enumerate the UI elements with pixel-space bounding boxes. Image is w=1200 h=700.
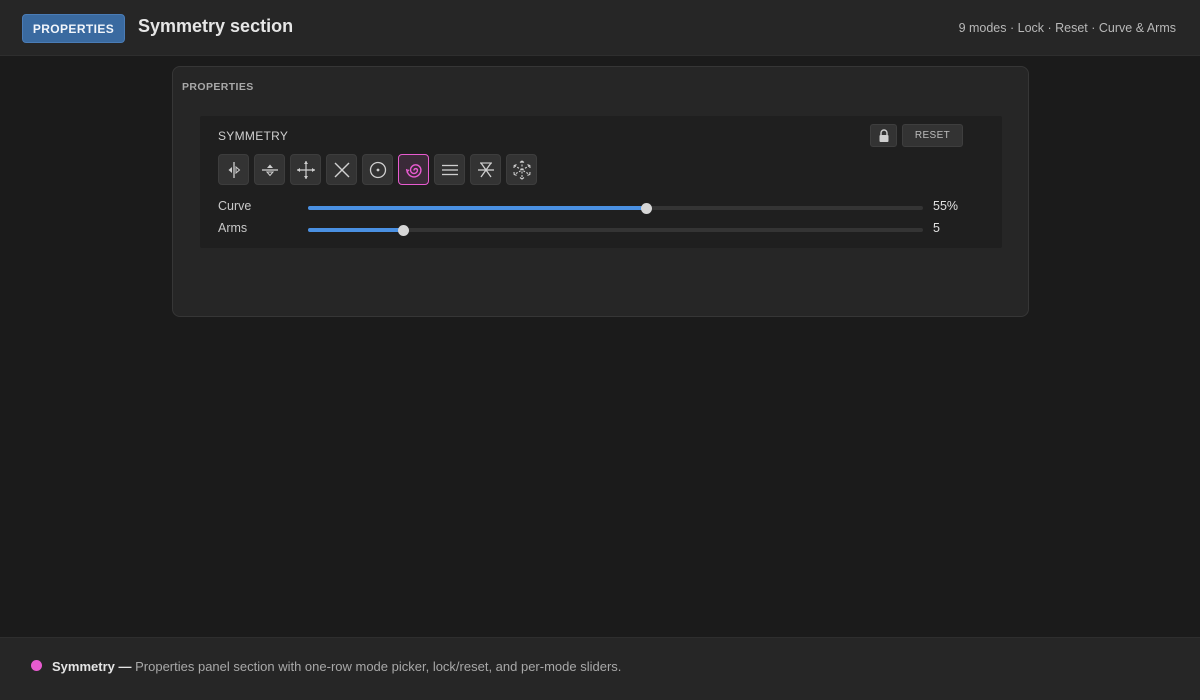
page-title: Symmetry section [138, 16, 294, 36]
curve-slider-row: Curve 55% [218, 199, 978, 215]
feature-summary: 9 modes · Lock · Reset · Curve & Arms [958, 21, 1176, 35]
footer-caption: Symmetry — Properties panel section with… [52, 659, 621, 674]
mode-spiral[interactable] [398, 154, 429, 185]
arms-slider-thumb[interactable] [397, 224, 409, 236]
horizontal-mirror-icon [261, 164, 278, 176]
footer-bar: Symmetry — Properties panel section with… [0, 637, 1200, 700]
mode-kaleidoscope[interactable] [470, 154, 501, 185]
properties-panel: PROPERTIES SYMMETRY RESET Curve 55% Arms… [172, 66, 1029, 317]
mode-snowflake[interactable] [506, 154, 537, 185]
panel-title: PROPERTIES [182, 81, 254, 93]
mode-horizontal-mirror[interactable] [254, 154, 285, 185]
mode-radial[interactable] [362, 154, 393, 185]
arms-label: Arms [218, 221, 248, 235]
properties-tag[interactable]: PROPERTIES [22, 14, 125, 43]
arms-slider-row: Arms 5 [218, 221, 978, 237]
diagonal-mirror-icon [334, 162, 349, 177]
footer-description: Properties panel section with one-row mo… [135, 659, 622, 674]
curve-slider-thumb[interactable] [640, 202, 652, 214]
lock-icon [879, 128, 888, 142]
parallel-lines-icon [441, 164, 458, 175]
section-title: SYMMETRY [218, 129, 289, 143]
lock-button[interactable] [870, 124, 897, 147]
mode-quad-mirror[interactable] [290, 154, 321, 185]
snowflake-icon [512, 159, 531, 180]
reset-button[interactable]: RESET [902, 124, 963, 147]
vertical-mirror-icon [228, 161, 240, 178]
curve-slider[interactable] [308, 202, 923, 214]
status-dot [31, 660, 42, 671]
symmetry-section: SYMMETRY RESET Curve 55% Arms 5 [200, 116, 1002, 248]
top-bar: PROPERTIES Symmetry section 9 modes · Lo… [0, 0, 1200, 56]
spiral-icon [405, 163, 422, 178]
arms-slider-fill [308, 228, 404, 232]
footer-title: Symmetry — [52, 659, 132, 674]
mode-picker [218, 154, 537, 185]
mode-diagonal-mirror[interactable] [326, 154, 357, 185]
curve-slider-fill [308, 206, 647, 210]
curve-value: 55% [933, 199, 959, 213]
radial-icon [369, 161, 386, 178]
arms-slider[interactable] [308, 224, 923, 236]
quad-mirror-icon [296, 160, 315, 179]
mode-vertical-mirror[interactable] [218, 154, 249, 185]
mode-parallel-lines[interactable] [434, 154, 465, 185]
kaleidoscope-icon [477, 161, 494, 177]
curve-label: Curve [218, 199, 252, 213]
arms-value: 5 [933, 221, 940, 235]
